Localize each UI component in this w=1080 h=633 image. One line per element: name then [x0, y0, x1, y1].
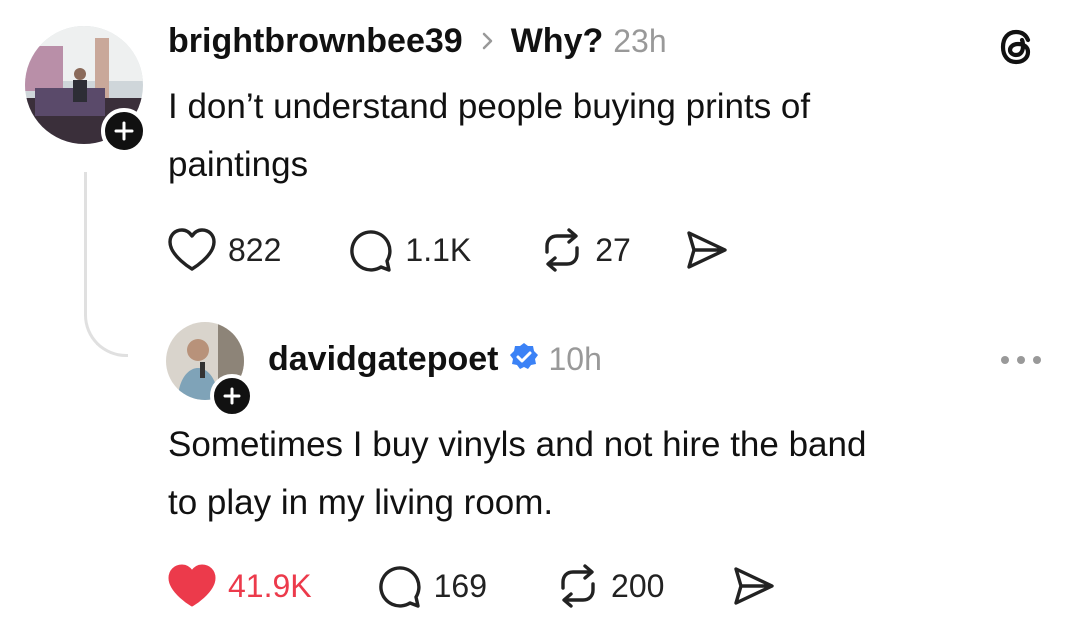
- thread-connector-line: [84, 172, 128, 357]
- verified-icon: [508, 341, 540, 378]
- reply-text: Sometimes I buy vinyls and not hire the …: [168, 416, 866, 532]
- comment-icon: [378, 566, 421, 608]
- heart-icon: [168, 564, 216, 607]
- post-text-line: paintings: [168, 145, 309, 184]
- repost-count: 200: [611, 567, 665, 604]
- post-header: brightbrownbee39 Why? 23h: [168, 22, 667, 61]
- comment-button[interactable]: 169: [376, 562, 487, 610]
- repost-count: 27: [595, 231, 631, 268]
- reply-username[interactable]: davidgatepoet: [268, 340, 498, 379]
- repost-icon: [561, 564, 595, 608]
- reply-text-line: to play in my living room.: [168, 483, 554, 522]
- reply-actions: 41.9K 169 200: [166, 562, 776, 610]
- share-icon: [734, 567, 775, 605]
- share-button[interactable]: [683, 227, 729, 273]
- chevron-right-icon: [481, 30, 495, 57]
- follow-plus-icon[interactable]: [210, 374, 254, 418]
- share-button[interactable]: [730, 563, 776, 609]
- post-time: 23h: [613, 23, 667, 59]
- share-icon: [687, 231, 727, 269]
- repost-button[interactable]: 27: [537, 226, 631, 274]
- more-icon[interactable]: [998, 353, 1044, 367]
- post-actions: 822 1.1K 27: [166, 226, 729, 274]
- like-count: 41.9K: [228, 567, 312, 604]
- post-username[interactable]: brightbrownbee39: [168, 22, 463, 61]
- comment-count: 169: [433, 567, 488, 604]
- repost-button[interactable]: 200: [553, 562, 664, 610]
- comment-button[interactable]: 1.1K: [347, 226, 471, 274]
- follow-plus-icon[interactable]: [101, 108, 147, 154]
- threads-logo-icon[interactable]: [996, 24, 1042, 70]
- comment-count: 1.1K: [405, 231, 472, 268]
- post-text: I don’t understand people buying prints …: [168, 78, 810, 194]
- reply-text-line: Sometimes I buy vinyls and not hire the …: [168, 425, 867, 464]
- post-text-line: I don’t understand people buying prints …: [168, 87, 811, 126]
- reply-header: davidgatepoet 10h: [268, 340, 602, 379]
- like-button[interactable]: 41.9K: [166, 563, 312, 609]
- like-button[interactable]: 822: [166, 227, 281, 273]
- like-count: 822: [228, 231, 282, 268]
- reply-time: 10h: [548, 341, 602, 377]
- heart-icon: [168, 228, 216, 271]
- post-topic[interactable]: Why?: [511, 22, 604, 61]
- comment-icon: [350, 230, 392, 272]
- repost-icon: [545, 228, 579, 272]
